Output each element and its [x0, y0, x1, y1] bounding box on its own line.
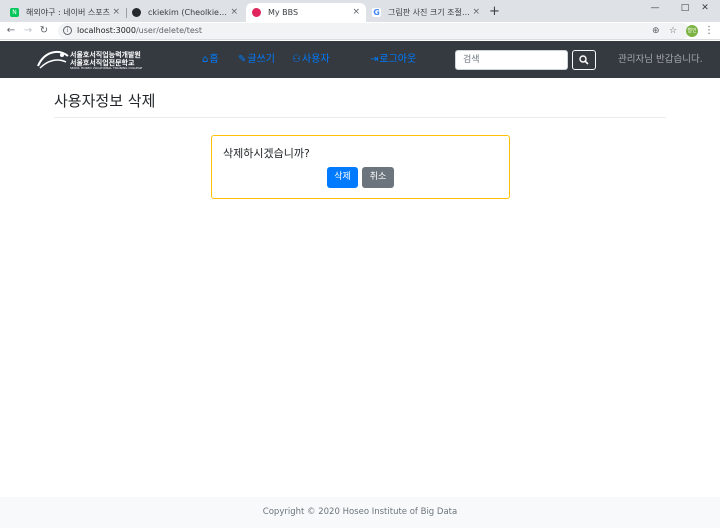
- browser-tab-mybbs[interactable]: My BBS ×: [246, 3, 366, 22]
- delete-confirm-card: 삭제하시겠습니까? 삭제 취소: [211, 135, 510, 199]
- tab-title: 그림판 사진 크기 조절 - Google: [388, 8, 486, 17]
- edit-icon: ✎: [238, 54, 247, 65]
- logo-swoosh-icon: [37, 50, 69, 69]
- nav-write-label: 글쓰기: [247, 54, 275, 65]
- back-arrow-icon[interactable]: ←: [4, 23, 18, 39]
- info-icon[interactable]: i: [63, 26, 72, 35]
- browser-toolbar: ← → ↻ i localhost:3000/user/delete/test …: [0, 22, 720, 40]
- cancel-button[interactable]: 취소: [362, 167, 394, 188]
- nav-users-label: 사용자: [301, 54, 330, 65]
- nav-logout-link[interactable]: ⇥로그아웃: [370, 41, 416, 78]
- tab-close-icon[interactable]: ×: [472, 3, 480, 22]
- tab-close-icon[interactable]: ×: [230, 3, 238, 22]
- tab-title: My BBS: [268, 8, 299, 17]
- browser-tab-strip: N 해외야구 : 네이버 스포츠 × ckiekim (Cheolkie Kim…: [0, 0, 720, 22]
- confirm-question: 삭제하시겠습니까?: [223, 147, 310, 160]
- nav-logout-label: 로그아웃: [379, 54, 417, 65]
- nav-write-link[interactable]: ✎글쓰기: [238, 41, 275, 78]
- tab-title: 해외야구 : 네이버 스포츠: [26, 8, 110, 17]
- google-favicon-icon: G: [372, 8, 381, 17]
- browser-tab-github[interactable]: ckiekim (Cheolkie Kim) ×: [126, 3, 244, 22]
- browser-tab-naver[interactable]: N 해외야구 : 네이버 스포츠 ×: [4, 3, 126, 22]
- site-navbar: 서울호서직업능력개발원 서울호서직업전문학교 SEOUL HOSEO VOCAT…: [0, 41, 720, 78]
- search-button[interactable]: [572, 50, 596, 70]
- browser-menu-icon[interactable]: ⋮: [704, 22, 714, 40]
- site-logo[interactable]: 서울호서직업능력개발원 서울호서직업전문학교 SEOUL HOSEO VOCAT…: [36, 48, 142, 72]
- logout-icon: ⇥: [370, 54, 379, 65]
- user-icon: ⚇: [292, 54, 301, 65]
- tab-close-icon[interactable]: ×: [112, 3, 120, 22]
- profile-avatar[interactable]: 철인: [686, 25, 698, 37]
- forward-arrow-icon[interactable]: →: [21, 23, 35, 39]
- home-icon: ⌂: [202, 54, 209, 65]
- bookmark-star-icon[interactable]: ☆: [669, 23, 677, 39]
- reload-icon[interactable]: ↻: [37, 23, 51, 39]
- github-favicon-icon: [132, 8, 141, 17]
- window-minimize-button[interactable]: —: [640, 0, 670, 16]
- nav-home-label: 홈: [209, 54, 219, 65]
- logo-text-line3: SEOUL HOSEO VOCATIONAL TRAINING COLLEGE: [70, 66, 143, 70]
- window-close-button[interactable]: ✕: [690, 0, 720, 16]
- mybbs-favicon-icon: [252, 8, 261, 17]
- footer-copyright: Copyright © 2020 Hoseo Institute of Big …: [262, 507, 458, 517]
- nav-home-link[interactable]: ⌂홈: [202, 41, 219, 78]
- url-host: localhost:3000: [77, 26, 136, 35]
- url-path: /user/delete/test: [135, 26, 203, 35]
- browser-tab-google[interactable]: G 그림판 사진 크기 조절 - Google ×: [366, 3, 486, 22]
- welcome-text: 관리자님 반갑습니다.: [618, 54, 703, 65]
- tab-close-icon[interactable]: ×: [352, 3, 360, 22]
- nav-users-link[interactable]: ⚇사용자: [292, 41, 330, 78]
- address-bar[interactable]: i localhost:3000/user/delete/test ⊕ ☆: [58, 23, 690, 39]
- search-icon: [579, 55, 589, 65]
- title-divider: [54, 117, 666, 118]
- page-title: 사용자정보 삭제: [54, 92, 156, 110]
- new-tab-button[interactable]: +: [489, 3, 500, 21]
- url-text: localhost:3000/user/delete/test: [77, 23, 202, 39]
- zoom-icon[interactable]: ⊕: [652, 23, 660, 39]
- search-input[interactable]: 검색: [455, 50, 568, 70]
- site-footer: Copyright © 2020 Hoseo Institute of Big …: [0, 497, 720, 528]
- naver-favicon-icon: N: [10, 8, 19, 17]
- delete-button[interactable]: 삭제: [327, 167, 358, 188]
